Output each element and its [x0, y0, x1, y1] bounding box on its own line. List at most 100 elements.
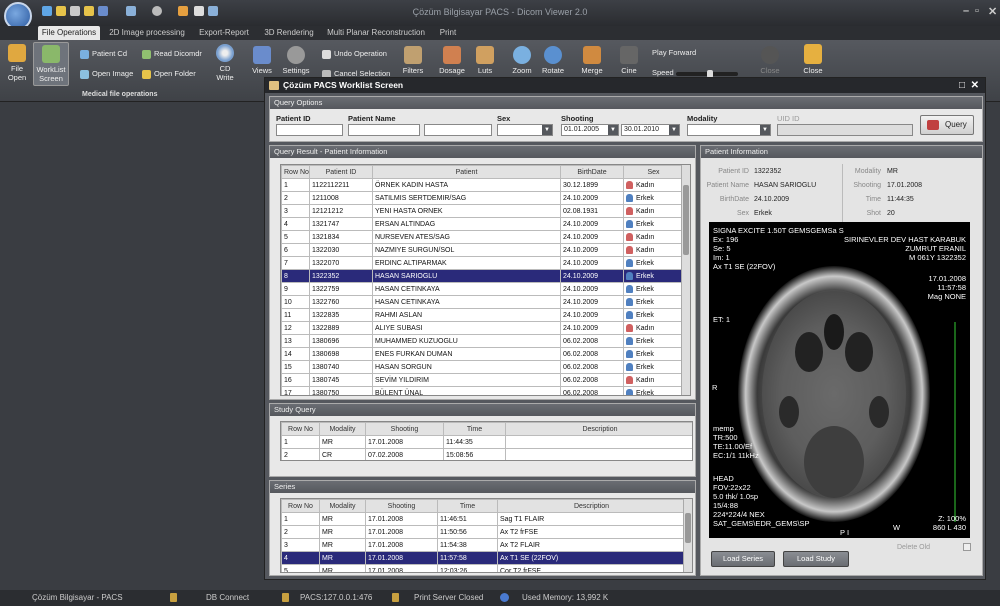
close-button[interactable]: Close	[800, 44, 826, 75]
dicom-viewer[interactable]: SIGNA EXCITE 1.50T GEMSGEMSа S Ex: 196 S…	[709, 222, 970, 538]
column-header[interactable]: Shooting	[365, 499, 438, 513]
table-cell: 1	[281, 435, 320, 449]
rotate-button[interactable]: Rotate	[539, 46, 567, 75]
overlay-bottom-left: HEAD FOV:22x22 5.0 thk/ 1.0sp 15/4:88 22…	[713, 474, 810, 528]
cd-write-button[interactable]: CD Write	[212, 44, 238, 82]
maximize-icon[interactable]: □	[959, 78, 965, 93]
play-forward-label[interactable]: Play Forward	[652, 47, 696, 59]
filters-button[interactable]: Filters	[400, 46, 426, 75]
sex-select[interactable]: ▼	[497, 124, 553, 136]
views-button[interactable]: Views	[250, 46, 274, 75]
table-row[interactable]: 14 1380698 ENES FURKAN DUMAN 06.02.2008 Erke…	[281, 347, 684, 361]
column-header[interactable]: Row No	[281, 165, 310, 179]
column-header[interactable]: Patient	[372, 165, 561, 179]
overlay-top-left: SIGNA EXCITE 1.50T GEMSGEMSа S Ex: 196 S…	[713, 226, 844, 271]
scrollbar-thumb[interactable]	[683, 185, 689, 255]
read-dicomdir-button[interactable]: Read Dicomdr	[142, 48, 202, 60]
panel-header: Patient Information	[701, 146, 982, 158]
shooting-from-input[interactable]: 01.01.2005 ▼	[561, 124, 619, 136]
table-row[interactable]: 10 1322760 HASAN CETINKAYA 24.10.2009 Erkek	[281, 295, 684, 309]
table-cell: MR	[319, 525, 366, 539]
table-row[interactable]: 3 MR 17.01.2008 11:54:38 Ax T2 FLAIR	[281, 538, 686, 552]
table-row[interactable]: 2 MR 17.01.2008 11:50:56 Ax T2 frFSE	[281, 525, 686, 539]
zoom-button[interactable]: Zoom	[510, 46, 534, 75]
table-row[interactable]: 17 1380750 BÜLENT ÜNAL 06.02.2008 Erkek	[281, 386, 684, 395]
open-folder-button[interactable]: Open Folder	[142, 68, 196, 80]
table-cell: 1321834	[309, 230, 373, 244]
tab-multi-planar-reconstruction[interactable]: Multi Planar Reconstruction	[324, 26, 428, 40]
settings-button[interactable]: Settings	[281, 46, 311, 75]
merge-button[interactable]: Merge	[578, 46, 606, 75]
table-cell: MR	[319, 512, 366, 526]
tab-3d-rendering[interactable]: 3D Rendering	[260, 26, 318, 40]
table-row[interactable]: 1 MR 17.01.2008 11:46:51 Sag T1 FLAIR	[281, 512, 686, 526]
load-series-button[interactable]: Load Series	[711, 551, 775, 567]
table-row[interactable]: 5 1321834 NURSEVEN ATES/SAG 24.10.2009 Kadın	[281, 230, 684, 244]
minimize-icon[interactable]: –	[963, 5, 969, 17]
column-header[interactable]: Modality	[319, 422, 366, 436]
delete-old-checkbox[interactable]	[963, 543, 971, 551]
table-row[interactable]: 3 12121212 YENI HASTA ORNEK 02.08.1931 Kadın	[281, 204, 684, 218]
patient-id-input[interactable]	[276, 124, 343, 136]
chevron-down-icon: ▼	[542, 125, 552, 135]
table-row[interactable]: 2 CR 07.02.2008 15:08:56	[281, 448, 692, 460]
open-image-button[interactable]: Open Image	[80, 68, 133, 80]
table-cell: 17.01.2008	[365, 538, 438, 552]
column-header[interactable]: Modality	[319, 499, 366, 513]
tab-export-report[interactable]: Export-Report	[194, 26, 254, 40]
column-header[interactable]: Description	[497, 499, 686, 513]
dosage-button[interactable]: Dosage	[437, 46, 467, 75]
table-row[interactable]: 15 1380740 HASAN SORGUN 06.02.2008 Erkek	[281, 360, 684, 374]
table-row[interactable]: 4 MR 17.01.2008 11:57:58 Ax T1 SE (22FOV)	[281, 551, 686, 565]
modality-select[interactable]: ▼	[687, 124, 771, 136]
table-row[interactable]: 7 1322070 ERDINC ALTIPARMAK 24.10.2009 Erkek	[281, 256, 684, 270]
scrollbar[interactable]	[681, 165, 690, 395]
table-row[interactable]: 6 1322030 NAZMIYE SURGUN/SOL 24.10.2009 Kadı…	[281, 243, 684, 257]
column-header[interactable]: Shooting	[365, 422, 444, 436]
modality-label: Modality	[687, 114, 718, 123]
table-row[interactable]: 16 1380745 SEVİM YILDIRIM 06.02.2008 Kadın	[281, 373, 684, 387]
table-cell: 07.02.2008	[365, 448, 444, 460]
close-icon[interactable]: ✕	[971, 78, 979, 93]
table-row[interactable]: 1 1122112211 ÖRNEK KADIN HASTA 30.12.1899 Ka…	[281, 178, 684, 192]
panel-header: Series	[270, 481, 695, 493]
maximize-icon[interactable]: ▫	[975, 5, 979, 17]
cine-button[interactable]: Cine	[617, 46, 641, 75]
file-open-button[interactable]: File Open	[4, 44, 30, 82]
table-row[interactable]: 5 MR 17.01.2008 12:03:26 Cor T2 frFSE	[281, 564, 686, 572]
scrollbar[interactable]	[683, 499, 692, 572]
folder-icon	[142, 69, 151, 79]
speed-slider[interactable]	[676, 70, 738, 78]
column-header[interactable]: Patient ID	[309, 165, 373, 179]
tab-print[interactable]: Print	[434, 26, 462, 40]
column-header[interactable]: Sex	[623, 165, 684, 179]
table-row[interactable]: 13 1380696 MUHAMMED KUZUOGLU 06.02.2008 Erke…	[281, 334, 684, 348]
patient-cd-button[interactable]: Patient Cd	[80, 48, 127, 60]
patient-name-input[interactable]	[348, 124, 420, 136]
table-row[interactable]: 1 MR 17.01.2008 11:44:35	[281, 435, 692, 449]
table-cell: NURSEVEN ATES/SAG	[372, 230, 561, 244]
scrollbar-thumb[interactable]	[685, 513, 691, 543]
table-row[interactable]: 4 1321747 ERSAN ALTINDAG 24.10.2009 Erkek	[281, 217, 684, 231]
column-header[interactable]: Row No	[281, 499, 320, 513]
table-row[interactable]: 2 1211008 SATILMIS SERTDEMIR/SAG 24.10.2009…	[281, 191, 684, 205]
column-header[interactable]: Time	[437, 499, 498, 513]
undo-operation-button[interactable]: Undo Operation	[322, 48, 387, 60]
table-row[interactable]: 12 1322889 ALIYE SUBASI 24.10.2009 Kadın	[281, 321, 684, 335]
patient-surname-input[interactable]	[424, 124, 492, 136]
column-header[interactable]: BirthDate	[560, 165, 624, 179]
column-header[interactable]: Time	[443, 422, 506, 436]
table-row[interactable]: 8 1322352 HASAN SARIOGLU 24.10.2009 Erkek	[281, 269, 684, 283]
table-row[interactable]: 11 1322835 RAHMI ASLAN 24.10.2009 Erkek	[281, 308, 684, 322]
query-button[interactable]: Query	[920, 115, 974, 135]
luts-button[interactable]: Luts	[473, 46, 497, 75]
column-header[interactable]: Row No	[281, 422, 320, 436]
shooting-to-input[interactable]: 30.01.2010 ▼	[621, 124, 680, 136]
column-header[interactable]: Description	[505, 422, 692, 436]
tab-2d-image-processing[interactable]: 2D Image processing	[106, 26, 188, 40]
worklist-screen-button[interactable]: WorkList Screen	[33, 42, 69, 86]
table-row[interactable]: 9 1322759 HASAN CETINKAYA 24.10.2009 Erkek	[281, 282, 684, 296]
close-icon[interactable]: ✕	[988, 5, 997, 18]
load-study-button[interactable]: Load Study	[783, 551, 849, 567]
tab-file-operations[interactable]: File Operations	[38, 26, 100, 40]
